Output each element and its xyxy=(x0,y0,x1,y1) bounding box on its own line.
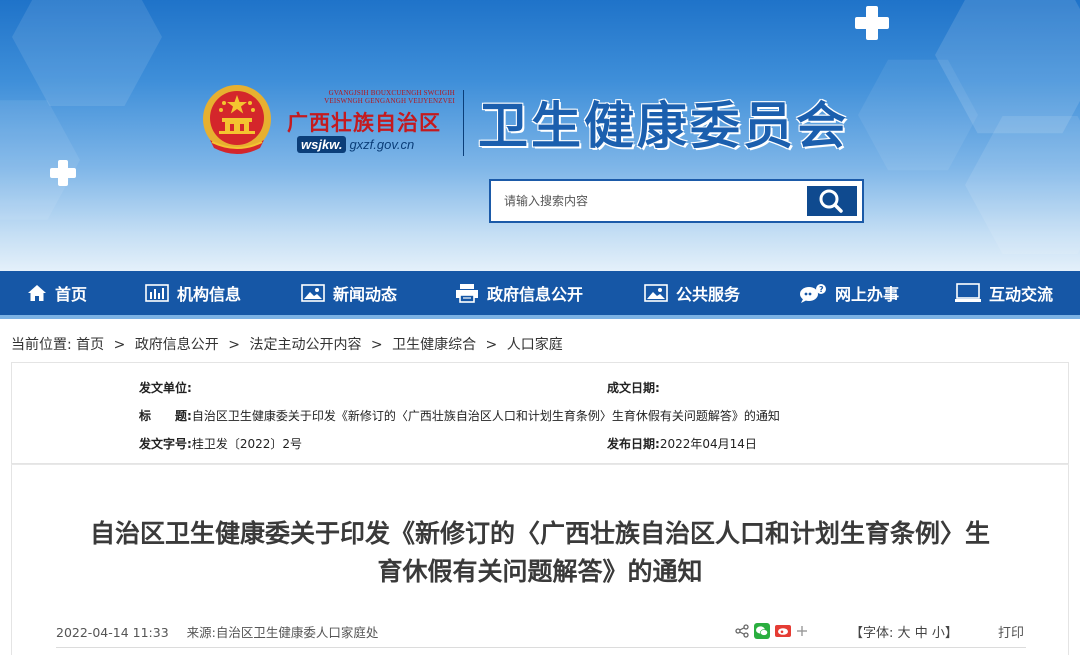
nav-item-institution[interactable]: 机构信息 xyxy=(145,271,241,315)
search-input[interactable] xyxy=(496,186,807,216)
nav-item-home[interactable]: 首页 xyxy=(27,271,87,315)
font-size-label: 【字体: xyxy=(850,626,894,641)
breadcrumb-gov-info[interactable]: 政府信息公开 xyxy=(135,334,219,354)
breadcrumb-health[interactable]: 卫生健康综合 xyxy=(392,334,476,354)
font-size-small[interactable]: 小】 xyxy=(932,626,958,641)
font-size-large[interactable]: 大 xyxy=(898,626,911,641)
breadcrumb-home[interactable]: 首页 xyxy=(76,334,104,354)
nav-item-gov-info[interactable]: 政府信息公开 xyxy=(455,271,583,315)
font-size-medium[interactable]: 中 xyxy=(915,626,928,641)
medical-cross-icon xyxy=(855,6,889,40)
svg-text:?: ? xyxy=(819,285,824,294)
breadcrumb-separator: > xyxy=(228,337,240,353)
logo-divider xyxy=(463,90,464,156)
main-nav: 首页 机构信息 新闻动态 政府信息公开 公共服务 ? 网上办事 互动交流 xyxy=(0,271,1080,319)
region-name: 广西壮族自治区 xyxy=(287,110,441,135)
more-share-icon[interactable] xyxy=(796,625,808,637)
image-icon xyxy=(644,284,668,302)
monitor-icon xyxy=(955,283,981,302)
bar-chart-icon xyxy=(145,284,169,302)
written-date-row: 成文日期: xyxy=(607,381,660,395)
article-meta: 2022-04-14 11:33 来源:自治区卫生健康委人口家庭处 xyxy=(56,622,378,641)
nav-item-public-service[interactable]: 公共服务 xyxy=(644,271,740,315)
breadcrumb-prefix: 当前位置: xyxy=(11,337,72,353)
image-icon xyxy=(301,284,325,302)
font-size-control: 【字体: 大 中 小】 xyxy=(850,622,958,641)
weibo-icon[interactable] xyxy=(775,625,791,637)
search-icon xyxy=(819,189,843,213)
breadcrumb-separator: > xyxy=(113,337,126,353)
site-logo[interactable]: GVANGJSIH BOUXCUENGH SWCIGIH VEISWNGH GE… xyxy=(283,89,455,159)
home-icon xyxy=(28,285,46,301)
wechat-icon[interactable] xyxy=(754,623,770,639)
breadcrumb: 当前位置: 首页 > 政府信息公开 > 法定主动公开内容 > 卫生健康综合 > … xyxy=(11,334,563,354)
search-button[interactable] xyxy=(807,186,857,216)
print-button[interactable]: 打印 xyxy=(998,622,1024,641)
search-bar xyxy=(489,179,864,223)
publish-datetime: 2022-04-14 11:33 xyxy=(56,625,169,640)
breadcrumb-statutory[interactable]: 法定主动公开内容 xyxy=(249,334,361,354)
medical-cross-icon xyxy=(50,160,76,186)
share-icon[interactable] xyxy=(735,624,749,638)
source-value: 自治区卫生健康委人口家庭处 xyxy=(215,625,379,640)
breadcrumb-family[interactable]: 人口家庭 xyxy=(507,334,563,354)
chat-icon: ? xyxy=(800,284,826,303)
decorative-hexagon xyxy=(12,0,162,106)
publish-date-row: 发布日期:2022年04月14日 xyxy=(607,437,757,451)
breadcrumb-separator: > xyxy=(370,337,383,353)
nav-item-interaction[interactable]: 互动交流 xyxy=(955,271,1053,315)
article-title: 自治区卫生健康委关于印发《新修订的〈广西壮族自治区人口和计划生育条例〉生 育休假… xyxy=(89,519,990,586)
meta-divider xyxy=(56,647,1026,648)
header-banner: GVANGJSIH BOUXCUENGH SWCIGIH VEISWNGH GE… xyxy=(0,0,1080,271)
title-row: 标 题:自治区卫生健康委关于印发《新修订的〈广西壮族自治区人口和计划生育条例〉生… xyxy=(139,409,780,423)
site-domain: wsjkw. gxzf.gov.cn xyxy=(297,136,414,153)
issuer-row: 发文单位: xyxy=(139,381,192,395)
nav-item-online-service[interactable]: ? 网上办事 xyxy=(799,271,899,315)
zhuang-name: GVANGJSIH BOUXCUENGH SWCIGIH VEISWNGH GE… xyxy=(324,89,455,105)
breadcrumb-separator: > xyxy=(485,337,498,353)
printer-icon xyxy=(456,284,478,303)
source-label: 来源: xyxy=(186,625,216,640)
site-title: 卫生健康委员会 xyxy=(478,96,849,155)
nav-item-news[interactable]: 新闻动态 xyxy=(301,271,397,315)
share-bar xyxy=(735,622,808,640)
national-emblem-icon xyxy=(203,85,271,154)
doc-number-row: 发文字号:桂卫发〔2022〕2号 xyxy=(139,437,302,451)
